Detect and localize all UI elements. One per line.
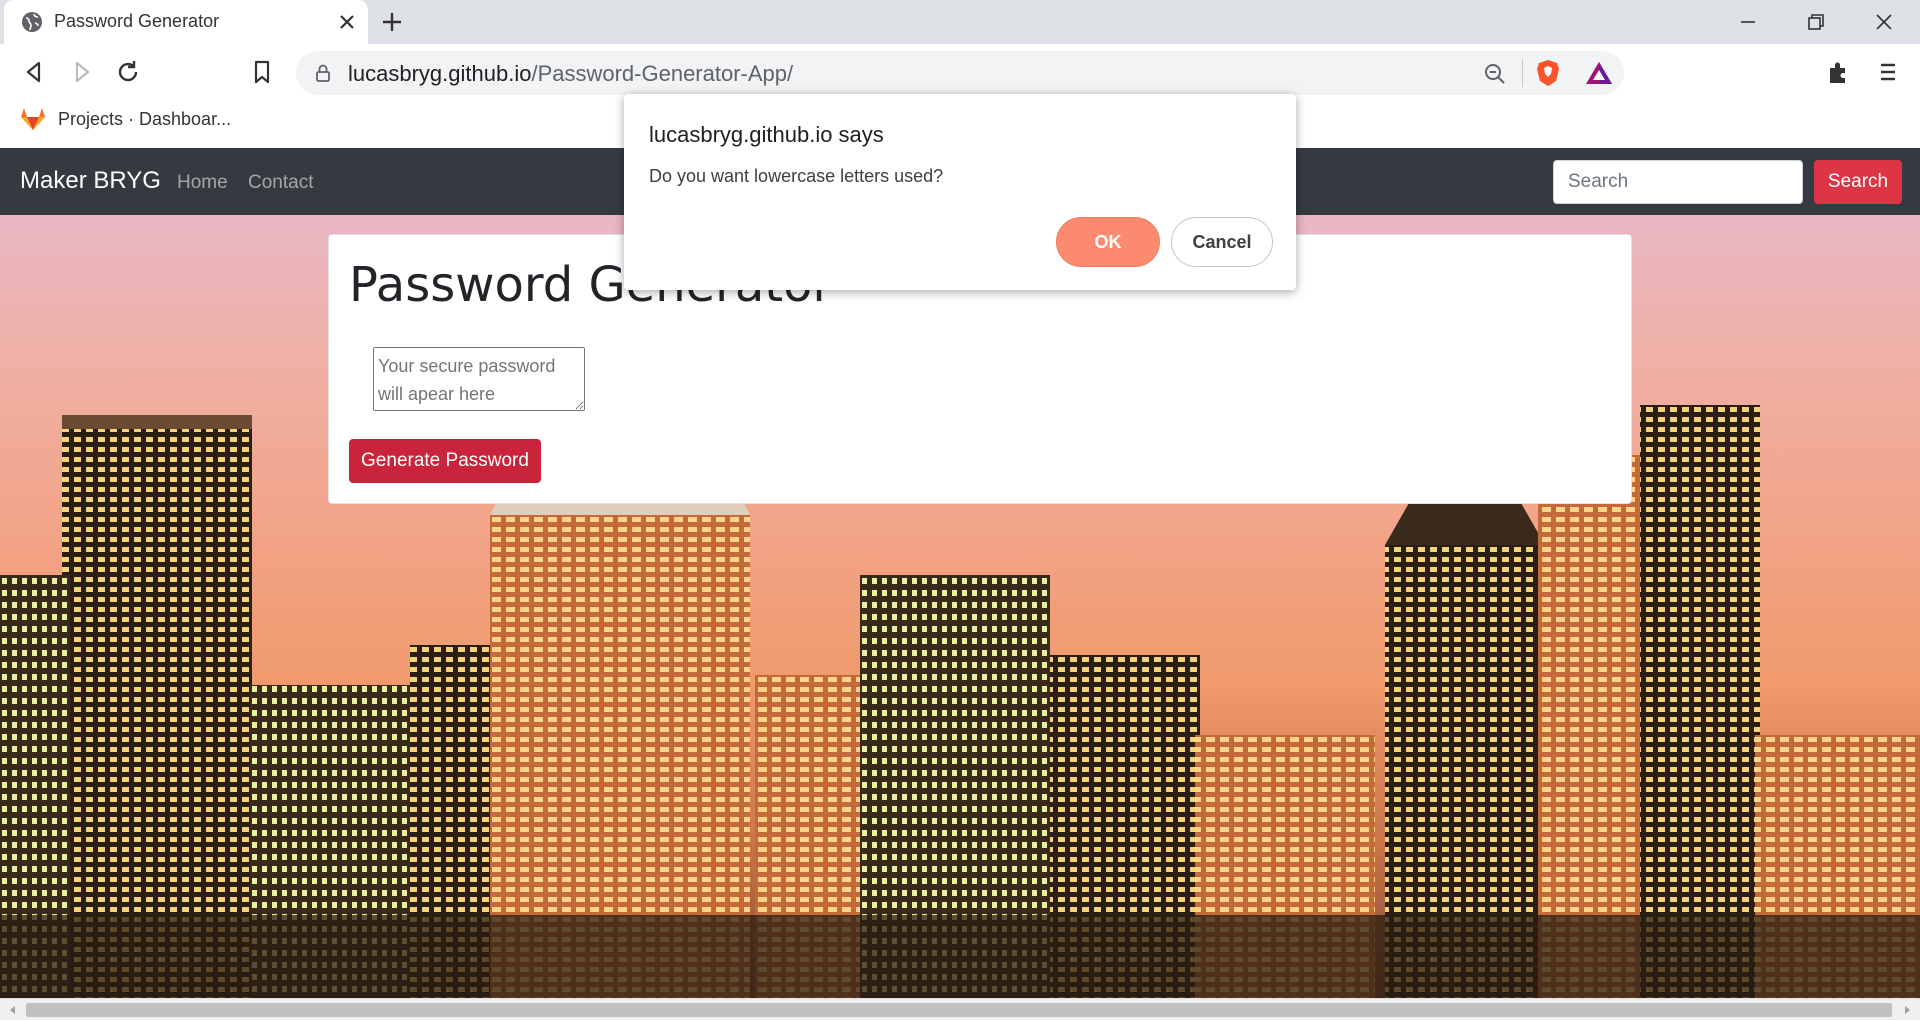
password-output[interactable] — [373, 347, 585, 411]
lock-icon[interactable] — [312, 62, 334, 84]
restore-icon[interactable] — [1802, 8, 1830, 36]
cancel-button[interactable]: Cancel — [1171, 217, 1273, 267]
bookmark-label: Projects · Dashboar... — [58, 108, 232, 129]
url-text[interactable]: lucasbryg.github.io/Password-Generator-A… — [348, 61, 793, 87]
scroll-left-icon[interactable] — [6, 1003, 20, 1017]
dialog-origin: lucasbryg.github.io says — [649, 122, 884, 147]
nav-link-contact[interactable]: Contact — [248, 172, 313, 194]
navbar-brand[interactable]: Maker BRYG — [20, 167, 161, 195]
nav-link-home[interactable]: Home — [177, 172, 228, 194]
brave-shields-icon[interactable] — [1534, 58, 1562, 88]
close-tab-icon[interactable] — [334, 9, 360, 35]
brave-rewards-icon[interactable] — [1584, 59, 1614, 87]
browser-tab[interactable]: Password Generator — [4, 0, 368, 44]
globe-icon — [22, 12, 42, 32]
divider — [1522, 59, 1523, 87]
reload-icon[interactable] — [112, 56, 144, 88]
url-path: /Password-Generator-App/ — [531, 61, 794, 86]
scrollbar-thumb[interactable] — [26, 1003, 1892, 1017]
horizontal-scrollbar[interactable] — [0, 998, 1920, 1020]
bookmark-projects[interactable]: Projects · Dashboar... — [20, 104, 231, 134]
scroll-right-icon[interactable] — [1900, 1003, 1914, 1017]
minimize-icon[interactable] — [1734, 8, 1762, 36]
generate-password-button[interactable]: Generate Password — [349, 439, 541, 483]
forward-icon[interactable] — [66, 56, 98, 88]
browser-tab-strip: Password Generator — [0, 0, 1920, 44]
extensions-icon[interactable] — [1822, 56, 1854, 88]
back-icon[interactable] — [18, 56, 50, 88]
search-button[interactable]: Search — [1814, 160, 1902, 204]
zoom-icon[interactable] — [1482, 61, 1508, 87]
bookmark-icon[interactable] — [246, 56, 278, 88]
gitlab-icon — [21, 108, 45, 130]
ok-button[interactable]: OK — [1056, 217, 1160, 267]
menu-icon[interactable] — [1872, 56, 1904, 88]
confirm-dialog: lucasbryg.github.io says Do you want low… — [624, 94, 1296, 290]
url-host: lucasbryg.github.io — [348, 61, 532, 86]
new-tab-icon[interactable] — [378, 8, 406, 36]
dialog-message: Do you want lowercase letters used? — [649, 166, 944, 186]
close-window-icon[interactable] — [1870, 8, 1898, 36]
tab-title: Password Generator — [54, 11, 220, 31]
search-input[interactable] — [1553, 160, 1803, 204]
address-bar[interactable]: lucasbryg.github.io/Password-Generator-A… — [296, 51, 1624, 95]
